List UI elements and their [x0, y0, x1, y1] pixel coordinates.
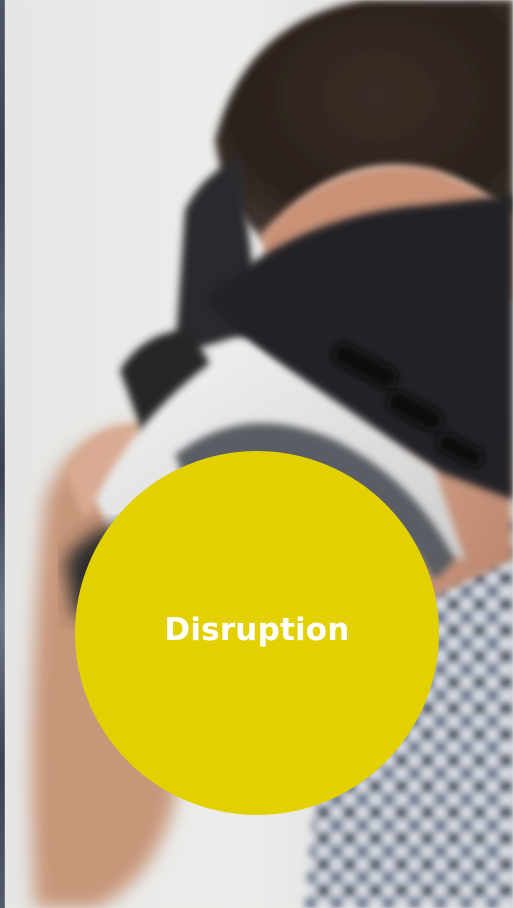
slide-frame: Disruption — [0, 0, 513, 908]
caption-text: Disruption — [164, 612, 350, 648]
caption-circle: Disruption — [75, 451, 439, 815]
